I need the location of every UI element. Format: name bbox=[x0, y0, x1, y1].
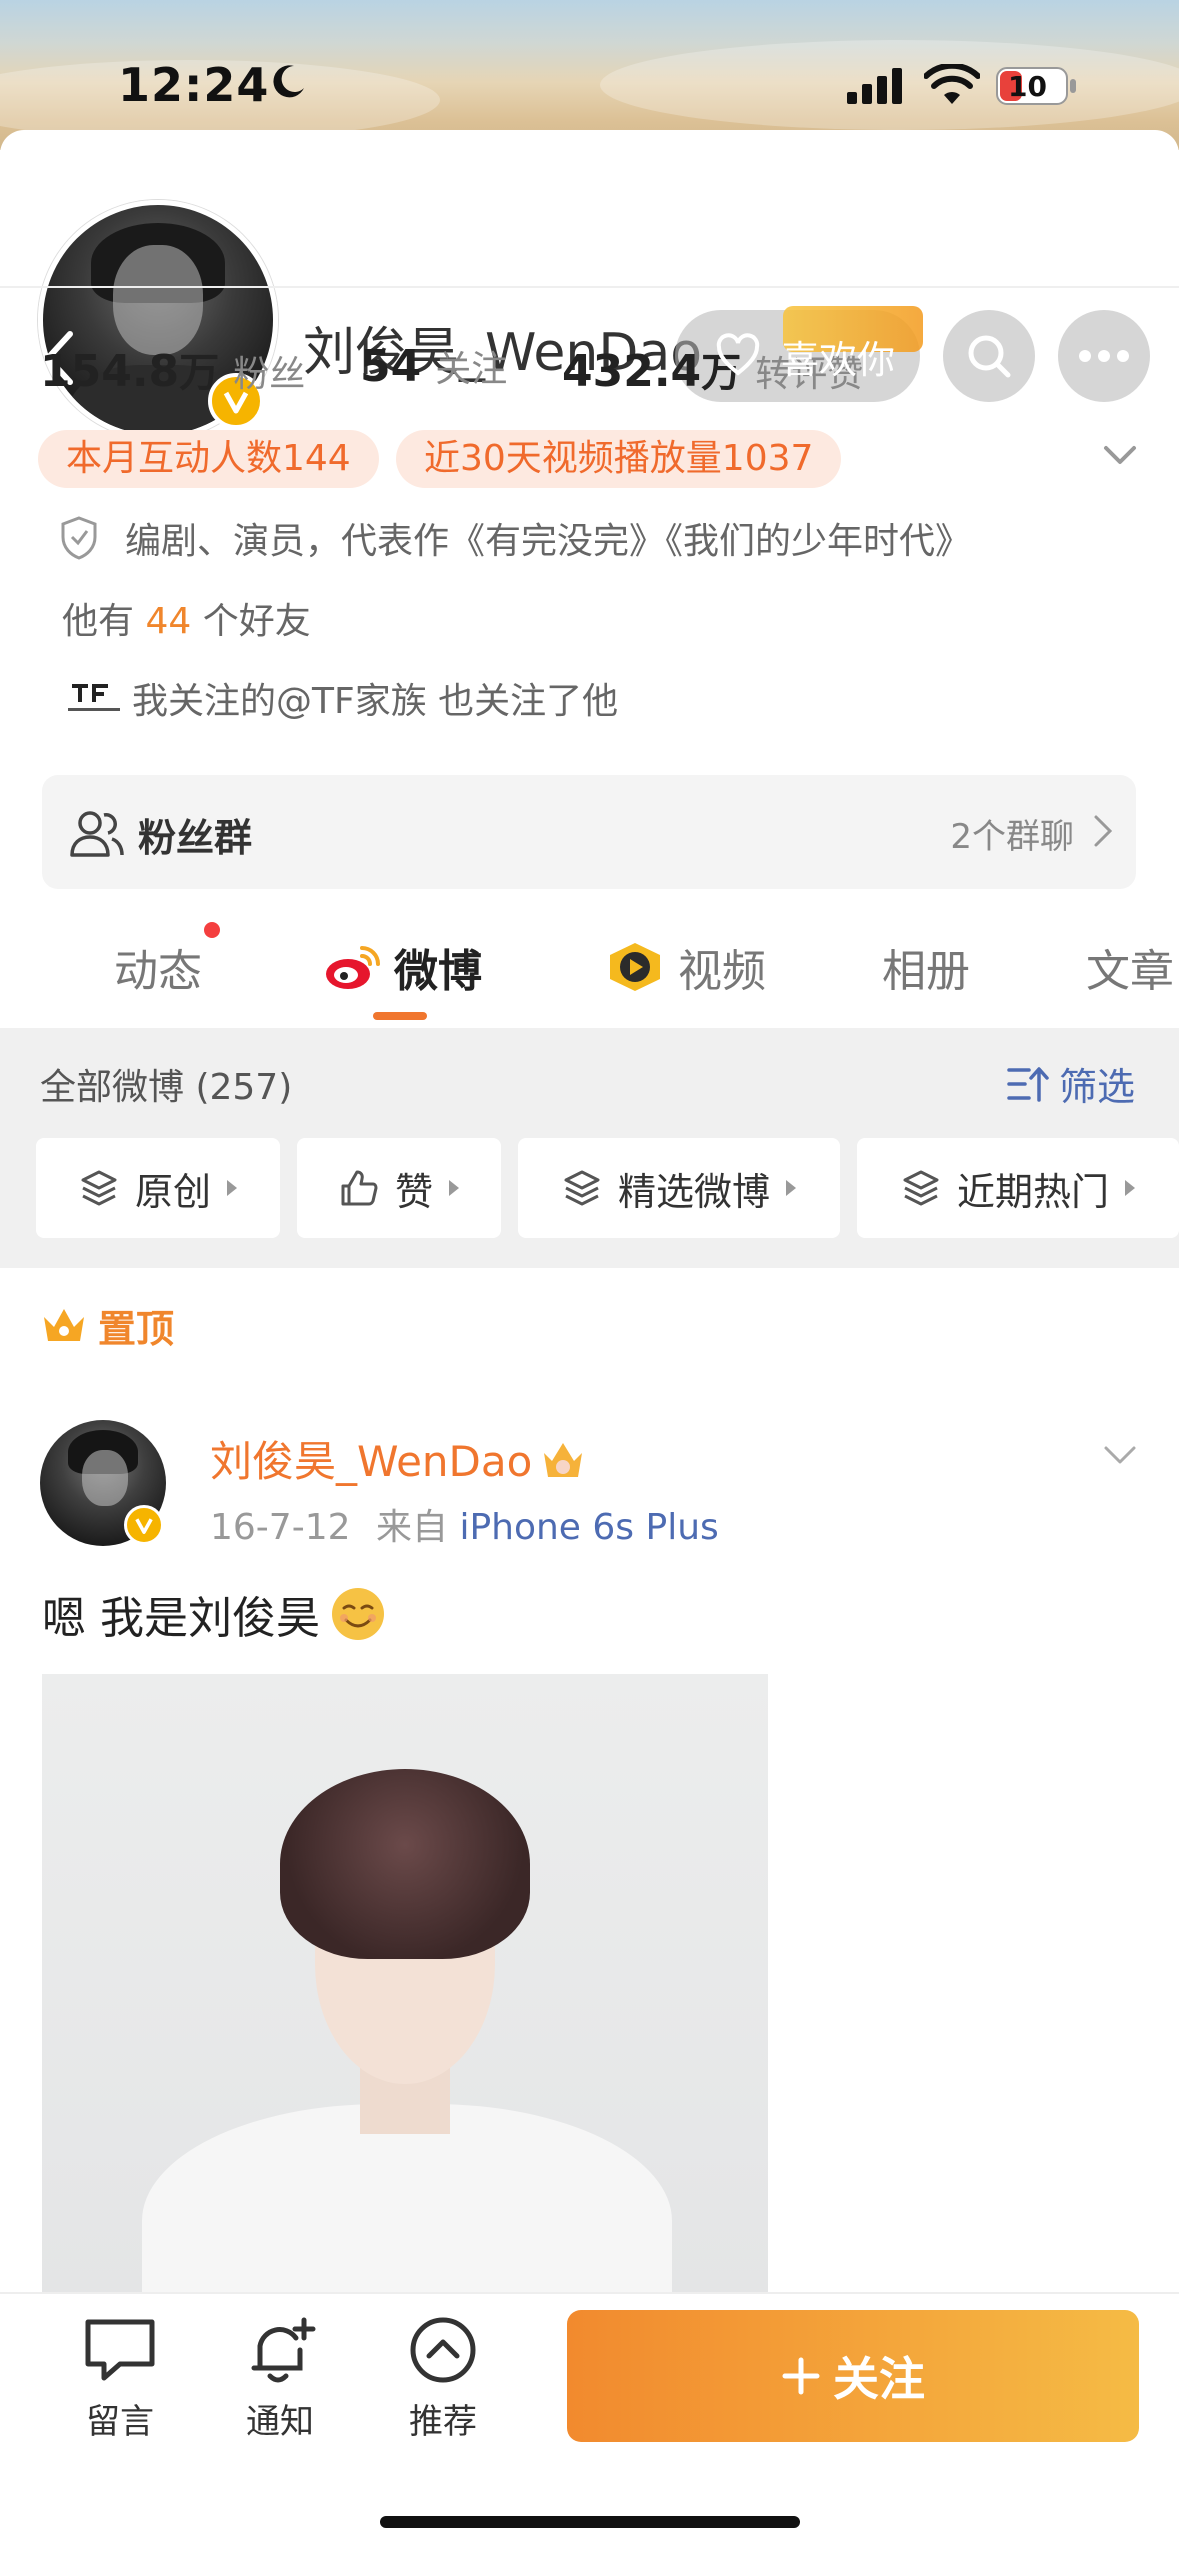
active-tab-indicator bbox=[373, 1012, 427, 1020]
tab-album[interactable]: 相册 bbox=[882, 935, 970, 999]
thumbs-up-icon bbox=[341, 1170, 378, 1206]
filter-hot[interactable]: 近期热门 bbox=[857, 1138, 1179, 1238]
notify-label: 通知 bbox=[246, 2402, 314, 2442]
stat-fans-unit: 万 bbox=[179, 350, 220, 396]
fan-group-card[interactable]: 粉丝群 2个群聊 bbox=[42, 775, 1136, 889]
chevron-down-icon[interactable] bbox=[1100, 1440, 1140, 1470]
tab-weibo[interactable]: 微博 bbox=[322, 935, 482, 999]
chevron-down-icon[interactable] bbox=[1100, 440, 1140, 470]
tab-dynamic[interactable]: 动态 bbox=[114, 935, 202, 999]
post-author[interactable]: 刘俊昊_WenDao bbox=[210, 1428, 586, 1489]
filter-label: 筛选 bbox=[1058, 1065, 1135, 1109]
moon-icon bbox=[273, 65, 304, 98]
filter-original-label: 原创 bbox=[134, 1169, 211, 1214]
friends-count: 44 bbox=[145, 601, 192, 642]
stat-fans-value: 154.8 bbox=[40, 346, 180, 397]
post-meta: 16-7-12 来自 iPhone 6s Plus bbox=[210, 1498, 719, 1550]
chevron-right-icon bbox=[1094, 815, 1113, 847]
heart-icon bbox=[716, 333, 760, 376]
tab-video-label: 视频 bbox=[678, 946, 766, 997]
signal-icon bbox=[847, 68, 902, 104]
stat-fans-label: 粉丝 bbox=[233, 354, 306, 395]
search-icon bbox=[968, 335, 1011, 378]
stat-following-value: 54 bbox=[360, 341, 422, 392]
video-icon bbox=[610, 943, 660, 991]
layers-icon bbox=[903, 1170, 939, 1206]
chevron-up-circle-icon bbox=[410, 2317, 476, 2383]
shield-icon bbox=[61, 516, 97, 560]
bell-icon bbox=[251, 2317, 316, 2383]
search-button[interactable] bbox=[943, 310, 1035, 402]
group-icon bbox=[70, 811, 124, 857]
filter-area: 全部微博 (257) 筛选 原创 赞 精选微博 近期热门 bbox=[0, 1028, 1179, 1268]
tf-family-logo bbox=[68, 684, 120, 711]
layers-icon bbox=[564, 1170, 600, 1206]
stat-following-label: 关注 bbox=[435, 349, 508, 390]
crown-badge-icon bbox=[544, 1442, 583, 1477]
more-icon bbox=[1079, 350, 1129, 362]
post-from: 来自 bbox=[375, 1507, 448, 1548]
fan-group-count: 2个群聊 bbox=[950, 817, 1074, 857]
post-author-name: 刘俊昊_WenDao bbox=[210, 1437, 533, 1486]
stat-reposts-value: 432.4 bbox=[562, 346, 702, 397]
profile-card: 刘俊昊_WenDao 喜欢你 bbox=[0, 130, 1179, 1030]
post-image[interactable] bbox=[42, 1674, 768, 2294]
friends-prefix: 他有 bbox=[62, 601, 135, 642]
weibo-icon bbox=[326, 946, 380, 989]
filter-button[interactable]: 筛选 bbox=[1007, 1056, 1135, 1111]
comment-button[interactable]: 留言 bbox=[60, 2314, 180, 2443]
follow-label: 关注 bbox=[833, 2352, 925, 2406]
battery-level: 10 bbox=[1008, 70, 1047, 103]
filter-hot-label: 近期热门 bbox=[956, 1169, 1109, 1214]
notify-button[interactable]: 通知 bbox=[220, 2314, 340, 2443]
pinned-text: 置顶 bbox=[98, 1307, 175, 1351]
tab-video[interactable]: 视频 bbox=[604, 935, 766, 999]
comment-label: 留言 bbox=[86, 2402, 154, 2442]
follow-button[interactable]: 关注 bbox=[567, 2310, 1139, 2442]
smile-emoji-icon bbox=[332, 1588, 384, 1640]
mutual-follow-text[interactable]: 我关注的@TF家族 也关注了他 bbox=[132, 672, 618, 724]
fan-group-label: 粉丝群 bbox=[138, 816, 253, 860]
filter-featured[interactable]: 精选微博 bbox=[518, 1138, 840, 1238]
comment-icon bbox=[85, 2319, 155, 2381]
stat-following[interactable]: 54 关注 bbox=[360, 340, 507, 392]
unread-dot bbox=[204, 922, 220, 938]
video-plays-chip[interactable]: 近30天视频播放量1037 bbox=[396, 430, 842, 488]
filter-liked-label: 赞 bbox=[394, 1169, 433, 1214]
tab-weibo-label: 微博 bbox=[394, 946, 482, 997]
friends-suffix: 个好友 bbox=[202, 601, 311, 642]
tab-article[interactable]: 文章 bbox=[1086, 935, 1174, 999]
post-date: 16-7-12 bbox=[210, 1507, 351, 1548]
filter-featured-label: 精选微博 bbox=[617, 1169, 770, 1214]
filter-liked[interactable]: 赞 bbox=[297, 1138, 501, 1238]
post-text-content: 嗯 我是刘俊昊 bbox=[42, 1593, 320, 1644]
filter-original[interactable]: 原创 bbox=[36, 1138, 280, 1238]
pinned-label: 置顶 bbox=[40, 1298, 174, 1353]
interaction-chip[interactable]: 本月互动人数144 bbox=[38, 430, 379, 488]
post-text: 嗯 我是刘俊昊 bbox=[42, 1582, 386, 1646]
wifi-icon bbox=[924, 64, 980, 104]
filter-icon bbox=[1007, 1066, 1049, 1102]
friends-row[interactable]: 他有 44 个好友 bbox=[62, 592, 311, 644]
verified-badge-icon bbox=[124, 1505, 164, 1545]
plus-icon bbox=[782, 2357, 820, 2395]
battery-icon: 10 bbox=[996, 66, 1078, 106]
like-you-label: 喜欢你 bbox=[781, 337, 896, 382]
more-button[interactable] bbox=[1058, 310, 1150, 402]
stat-fans[interactable]: 154.8万 粉丝 bbox=[40, 340, 305, 398]
home-indicator[interactable] bbox=[380, 2516, 800, 2528]
recommend-button[interactable]: 推荐 bbox=[383, 2314, 503, 2443]
status-time: 12:24 bbox=[118, 58, 270, 112]
bio-text: 编剧、演员，代表作《有完没完》《我们的少年时代》 bbox=[125, 521, 972, 562]
divider bbox=[0, 286, 1179, 288]
post-source[interactable]: iPhone 6s Plus bbox=[459, 1507, 718, 1548]
feed-count: 全部微博 (257) bbox=[40, 1067, 293, 1108]
crown-icon bbox=[44, 1308, 84, 1341]
recommend-label: 推荐 bbox=[409, 2402, 477, 2442]
layers-icon bbox=[81, 1170, 117, 1206]
